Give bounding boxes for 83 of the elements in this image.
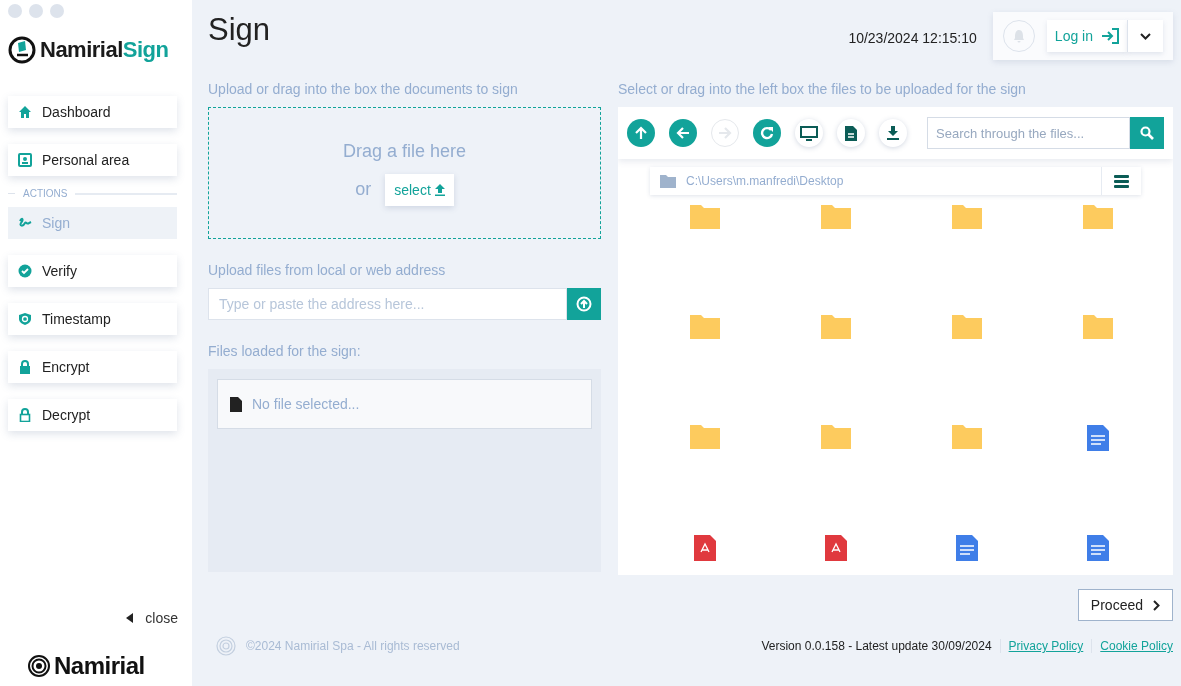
upload-address-button[interactable] [567, 288, 601, 320]
text-file-icon[interactable] [1086, 535, 1109, 561]
window-minimize-icon[interactable] [29, 4, 43, 18]
section-label: Select or drag into the left box the files to be uploaded for the sign [618, 81, 1027, 97]
concentric-circles-logo-icon [28, 655, 50, 677]
bell-icon [1012, 29, 1025, 43]
document-icon [230, 396, 242, 412]
address-field[interactable]: Type or paste the address here... [208, 288, 567, 320]
window-close-icon[interactable] [8, 4, 22, 18]
nav-item[interactable]: Timestamp [8, 303, 177, 335]
unlocked-icon [18, 408, 32, 422]
nav-item[interactable]: Verify [8, 255, 177, 287]
left-arrow-icon [676, 126, 690, 140]
window-maximize-icon[interactable] [50, 4, 64, 18]
close-sidebar-button[interactable]: close [126, 610, 178, 626]
folder-icon[interactable] [951, 315, 982, 339]
contact-card-icon [18, 153, 32, 167]
document-button[interactable] [837, 119, 865, 147]
section-label: Files loaded for the sign: [208, 343, 362, 359]
monitor-button[interactable] [795, 119, 823, 147]
download-icon [887, 126, 899, 140]
right-arrow-icon [718, 126, 732, 140]
up-arrow-button[interactable] [627, 119, 655, 147]
nav-item[interactable]: Decrypt [8, 399, 177, 431]
folder-icon[interactable] [690, 315, 721, 339]
back-arrow-button[interactable] [669, 119, 697, 147]
app-logo-text: Namirial [40, 37, 123, 63]
upload-circle-icon [576, 296, 592, 312]
drop-hint: Drag a file here [342, 140, 467, 162]
section-heading: ACTIONS [23, 188, 68, 199]
folder-icon[interactable] [821, 425, 852, 449]
folder-icon[interactable] [951, 205, 982, 229]
home-icon [18, 105, 32, 119]
folder-icon[interactable] [690, 205, 721, 229]
section-label: Upload or drag into the box the documents to sign [208, 81, 519, 97]
folder-path: C:\Users\m.manfredi\Desktop [686, 174, 845, 188]
document-icon [845, 125, 857, 141]
empty-message: No file selected... [252, 396, 360, 412]
dropdown-button[interactable] [1127, 20, 1163, 52]
brand-name: Namirial [54, 652, 145, 680]
monitor-icon [800, 125, 818, 141]
or-text: or [355, 179, 372, 200]
pdf-file-icon[interactable] [694, 535, 717, 561]
sign-in-icon [1101, 28, 1119, 44]
list-icon [1114, 174, 1129, 188]
chevron-down-icon [1140, 32, 1151, 40]
nav-item[interactable]: Personal area [8, 144, 177, 176]
refresh-icon [760, 126, 774, 140]
date-time: 10/23/2024 12:15:10 [848, 30, 977, 46]
text-file-icon[interactable] [955, 535, 978, 561]
refresh-button[interactable] [753, 119, 781, 147]
check-badge-icon [18, 264, 32, 278]
concentric-circles-logo-icon [216, 636, 236, 656]
app-logo-accent: Sign [122, 37, 169, 63]
folder-icon[interactable] [1082, 315, 1113, 339]
folder-icon[interactable] [821, 205, 852, 229]
text-file-icon[interactable] [1086, 425, 1109, 451]
nav-item[interactable]: Encrypt [8, 351, 177, 383]
page-title: Sign [208, 12, 272, 48]
folder-icon [660, 174, 676, 188]
pdf-file-icon[interactable] [825, 535, 848, 561]
folder-icon[interactable] [1082, 205, 1113, 229]
signature-icon [18, 216, 32, 230]
version-text: Version 0.0.158 - Latest update 30/09/2024 [761, 639, 992, 653]
download-button[interactable] [879, 119, 907, 147]
pen-circle-logo-icon [8, 36, 36, 64]
copyright-text: ©2024 Namirial Spa - All rights reserved [246, 639, 460, 653]
folder-icon[interactable] [690, 425, 721, 449]
list-view-button[interactable] [1101, 167, 1141, 195]
upload-icon [434, 183, 445, 196]
shield-icon [18, 312, 32, 326]
folder-icon[interactable] [951, 425, 982, 449]
section-label: Upload files from local or web address [208, 262, 447, 278]
proceed-button[interactable]: Proceed [1077, 589, 1173, 621]
lock-icon [18, 360, 32, 374]
search-field[interactable]: Search through the files... [927, 117, 1130, 149]
search-icon [1140, 126, 1154, 140]
search-button[interactable] [1130, 117, 1164, 149]
nav-item[interactable]: Dashboard [8, 96, 177, 128]
chevron-right-icon [1153, 599, 1160, 611]
caret-icon [126, 613, 134, 623]
folder-icon[interactable] [821, 315, 852, 339]
up-arrow-icon [634, 126, 648, 140]
